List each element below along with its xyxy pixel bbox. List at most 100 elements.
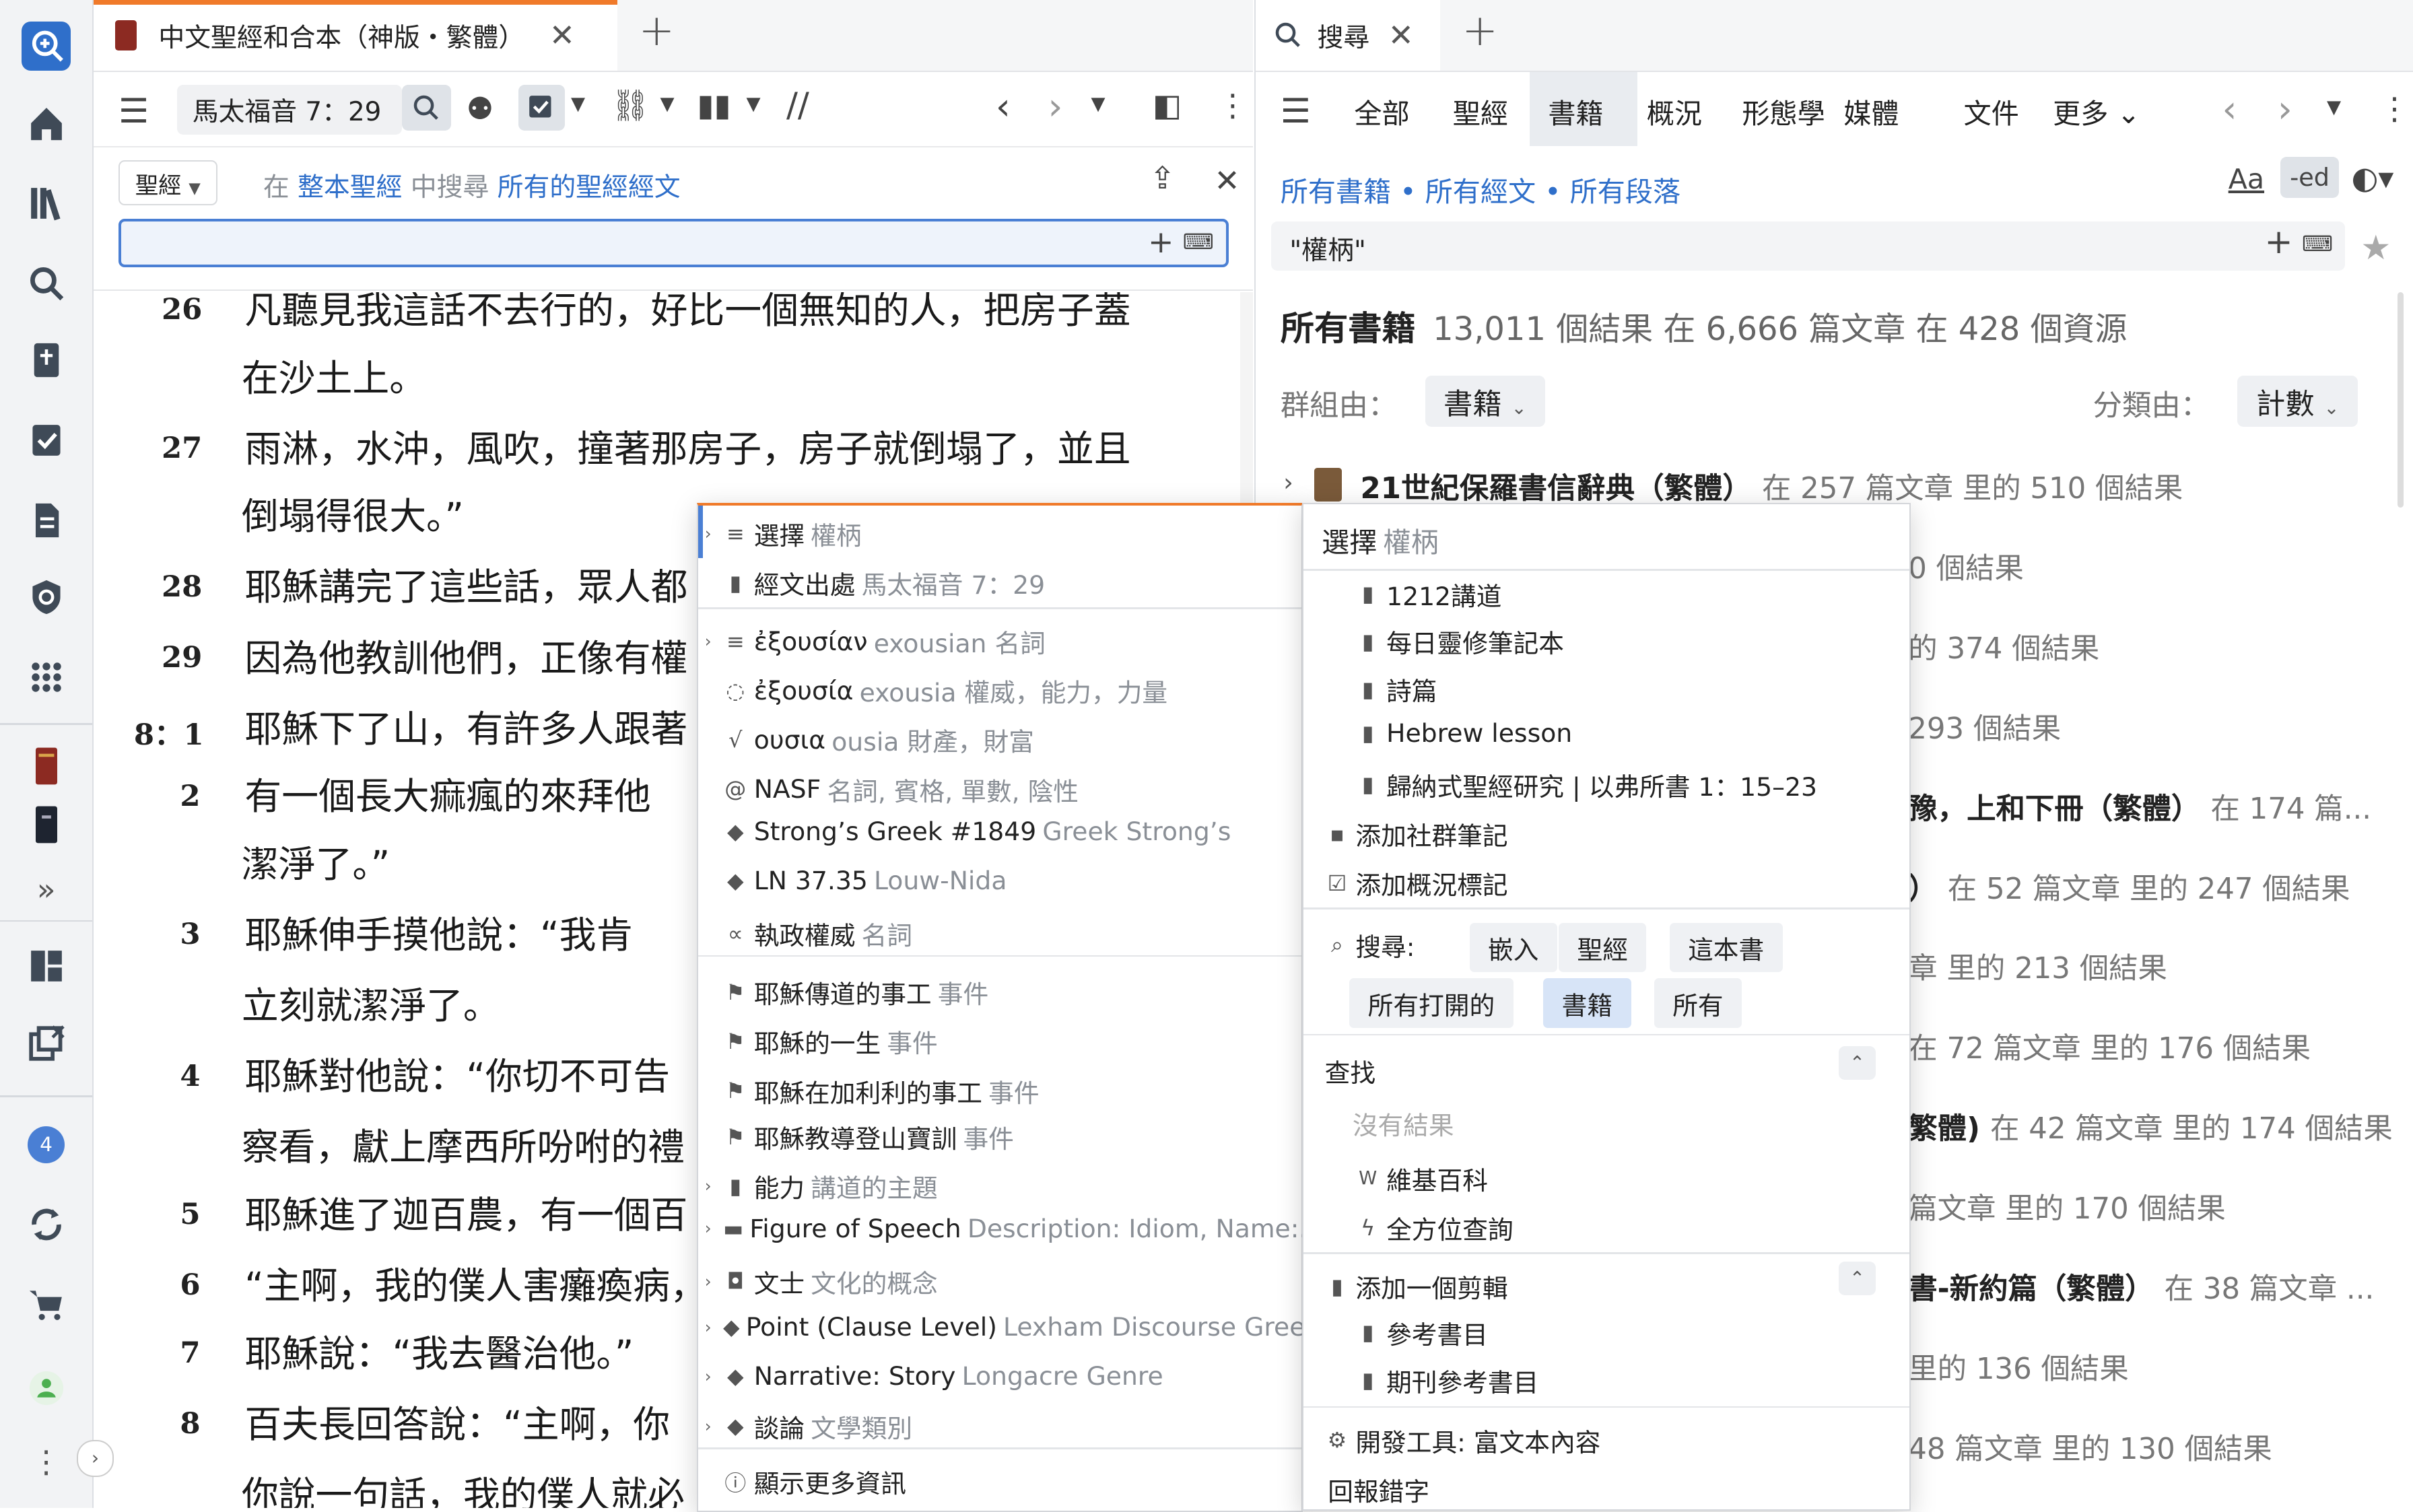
result-row[interactable]: 293 個結果 (1908, 705, 2061, 747)
notebook-item[interactable]: ▮ 1212講道 (1355, 576, 1909, 613)
sync-icon[interactable] (22, 1200, 71, 1249)
notebook-item[interactable]: ▮ 歸納式聖經研究 | 以弗所書 1：15–23 (1355, 766, 1909, 803)
context-menu-item[interactable]: ◆ LN 37.35 Louw-Nida (723, 866, 1301, 895)
reference-box[interactable]: 馬太福音 7：29 (176, 84, 402, 135)
add-clipping[interactable]: ▮ 添加一個剪輯 (1325, 1268, 1910, 1305)
target-link[interactable]: 所有的聖經經文 (498, 172, 681, 203)
context-menu-item[interactable]: ⚑ 耶穌的一生 事件 (723, 1023, 1301, 1060)
apps-grid-icon[interactable] (22, 652, 71, 701)
menu-tab[interactable]: 書籍 (1548, 91, 1603, 131)
scope-dropdown[interactable]: 聖經 ▼ (118, 160, 217, 206)
morph-format-button[interactable]: -ed (2280, 157, 2339, 199)
menu-tab[interactable]: 更多 ⌄ (2053, 91, 2140, 131)
dev-tools-item[interactable]: ⚙ 開發工具: 富文本內容 (1325, 1422, 1910, 1459)
split-view-icon[interactable]: ◧ (1153, 88, 1182, 123)
visual-filter-button[interactable] (518, 84, 565, 131)
menu-icon[interactable]: ☰ (1281, 91, 1311, 131)
search-chip[interactable]: 聖經 (1559, 923, 1647, 973)
context-menu-item[interactable]: › ◆ Point (Clause Level) Lexham Discourse G… (705, 1312, 1330, 1342)
chevron-down-icon[interactable]: ▼ (1091, 94, 1106, 114)
new-tab-button[interactable]: + (1462, 6, 1498, 56)
context-menu-item[interactable]: › ◆ 談論 文學類別 (705, 1408, 1301, 1445)
checklist-icon[interactable] (22, 415, 71, 465)
red-book-icon[interactable] (22, 742, 71, 791)
notebook-item[interactable]: ▮ 每日靈修筆記本 (1355, 623, 1909, 660)
search-input[interactable]: + ⌨ (118, 218, 1229, 267)
bible-icon[interactable] (22, 335, 71, 384)
notification-badge[interactable]: 4 (22, 1120, 71, 1169)
close-panels-icon[interactable] (22, 1019, 71, 1068)
interlinear-icon[interactable]: // (786, 85, 809, 125)
result-row[interactable]: 篇文章 里的 170 個結果 (1908, 1185, 2226, 1227)
user-icon[interactable] (22, 1363, 71, 1412)
close-icon[interactable]: ✕ (549, 18, 575, 53)
shield-icon[interactable] (22, 572, 71, 621)
document-icon[interactable] (22, 495, 71, 545)
share-icon[interactable]: ⇪ (1149, 160, 1175, 196)
scope-link[interactable]: 整本聖經 (298, 172, 402, 203)
result-row[interactable]: 在 72 篇文章 里的 176 個結果 (1908, 1025, 2311, 1067)
forward-icon[interactable]: › (1048, 85, 1063, 128)
result-row[interactable]: 書-新約篇（繁體） 在 38 篇文章 ... (1908, 1265, 2374, 1307)
clipping-item[interactable]: ▮ 參考書目 (1355, 1314, 1909, 1351)
result-row[interactable]: 0 個結果 (1908, 545, 2024, 587)
context-menu-item[interactable]: ⚑ 耶穌傳道的事工 事件 (723, 973, 1301, 1010)
result-row[interactable]: 的 374 個結果 (1908, 625, 2099, 667)
menu-tab[interactable]: 形態學 (1742, 91, 1825, 131)
context-menu-item[interactable]: ⚑ 耶穌在加利利的事工 事件 (723, 1072, 1301, 1109)
menu-tab[interactable]: 文件 (1964, 91, 2019, 131)
back-icon[interactable]: ‹ (996, 85, 1011, 128)
context-menu-item[interactable]: √ ουσια ousia 財產，財富 (723, 721, 1301, 758)
search-icon[interactable] (22, 259, 71, 308)
context-menu-item[interactable]: ◆ Strong’s Greek #1849 Greek Strong’s (723, 817, 1301, 846)
add-status-tag[interactable]: ☑ 添加概況標記 (1325, 864, 1910, 901)
back-icon[interactable]: ‹ (2222, 88, 2237, 131)
chevron-down-icon[interactable]: ▼ (2327, 97, 2341, 118)
display-mode-icon[interactable]: ◐▾ (2352, 160, 2394, 196)
expand-icon[interactable]: » (22, 865, 71, 914)
clipping-item[interactable]: ▮ 期刊參考書目 (1355, 1362, 1909, 1399)
layout-icon[interactable] (22, 942, 71, 991)
context-menu-item[interactable]: › ≡ 選擇 權柄 (705, 515, 1301, 552)
search-chip[interactable]: 所有打開的 (1349, 978, 1514, 1028)
context-menu-item[interactable]: ∝ 執政權威 名詞 (723, 915, 1301, 952)
wikipedia-item[interactable]: W 維基百科 (1355, 1160, 1909, 1197)
context-menu-item[interactable]: › ◘ 文士 文化的概念 (705, 1263, 1301, 1300)
menu-tab[interactable]: 媒體 (1843, 91, 1899, 131)
more-vertical-icon[interactable]: ⋮ (1217, 88, 1248, 123)
add-icon[interactable]: + (1148, 224, 1174, 260)
close-icon[interactable]: ✕ (1388, 18, 1414, 53)
more-vertical-icon[interactable]: ⋮ (2379, 91, 2410, 127)
query-input[interactable]: "權柄" + ⌨ (1270, 221, 2346, 271)
result-row[interactable]: 里的 136 個結果 (1908, 1345, 2128, 1387)
forward-icon[interactable]: › (2278, 88, 2292, 131)
new-tab-button[interactable]: + (639, 6, 675, 56)
context-menu-item[interactable]: › ≡ ἐξουσίαν exousian 名詞 (705, 623, 1301, 660)
group-dropdown[interactable]: 書籍 ⌄ (1425, 375, 1545, 427)
result-row[interactable]: 豫，上和下冊（繁體） 在 174 篇... (1908, 785, 2371, 827)
result-row[interactable]: ） 在 52 篇文章 里的 247 個結果 (1908, 865, 2350, 907)
result-row[interactable]: 繁體) 在 42 篇文章 里的 174 個結果 (1908, 1105, 2393, 1147)
result-row[interactable]: 48 篇文章 里的 130 個結果 (1908, 1425, 2272, 1468)
filter-books[interactable]: 所有書籍 (1281, 176, 1392, 208)
parallel-columns-icon[interactable]: ▮▮ (697, 88, 730, 123)
collapse-clippings-icon[interactable]: ⌃ (1839, 1261, 1876, 1296)
add-icon[interactable]: + (2265, 221, 2293, 261)
logos-app-icon[interactable] (21, 21, 71, 71)
filter-passages[interactable]: 所有段落 (1570, 176, 1681, 208)
cart-icon[interactable] (22, 1280, 71, 1330)
menu-tab[interactable]: 概況 (1647, 91, 1702, 131)
keyboard-icon[interactable]: ⌨ (2302, 231, 2333, 256)
search-chip[interactable]: 書籍 (1543, 978, 1631, 1028)
context-menu-item[interactable]: › ◆ Narrative: Story Longacre Genre (705, 1361, 1301, 1391)
report-error-item[interactable]: 回報錯字 (1328, 1471, 1909, 1508)
result-row[interactable]: 21世紀保羅書信辭典（繁體） 在 257 篇文章 里的 510 個結果 (1361, 465, 2183, 507)
tab-search[interactable]: 搜尋 ✕ (1256, 0, 1441, 71)
search-chip[interactable]: 所有 (1654, 978, 1742, 1028)
collapse-find-icon[interactable]: ⌃ (1839, 1045, 1876, 1080)
star-icon[interactable]: ★ (2360, 228, 2391, 267)
context-menu-item[interactable]: ⓘ 顯示更多資訊 (723, 1463, 1301, 1500)
library-icon[interactable] (22, 178, 71, 228)
search-chip[interactable]: 嵌入 (1469, 923, 1557, 973)
add-community-note[interactable]: ▪ 添加社群筆記 (1325, 815, 1910, 852)
